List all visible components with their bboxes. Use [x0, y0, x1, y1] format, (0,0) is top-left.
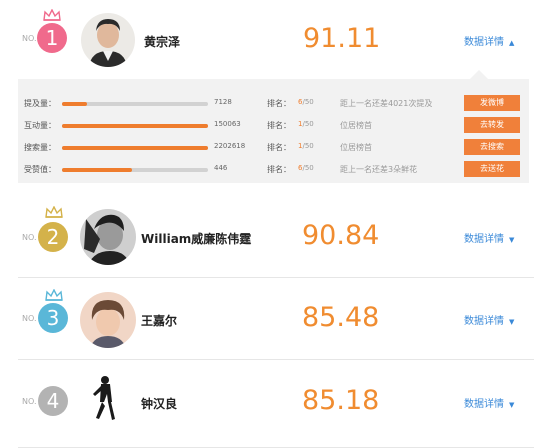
detail-toggle-label: 数据详情: [464, 399, 504, 410]
artist-name[interactable]: 黄宗泽: [144, 33, 180, 50]
progress-track: [62, 124, 208, 128]
repost-button[interactable]: 去转发: [464, 117, 520, 133]
score-value: 85.18: [302, 385, 380, 416]
rank-label: 排名：: [267, 165, 291, 174]
progress-track: [62, 168, 208, 172]
progress-track: [62, 102, 208, 106]
chevron-up-icon: ▲: [509, 39, 515, 47]
rank-badge: 4: [38, 386, 68, 416]
detail-toggle[interactable]: 数据详情 ▼: [464, 230, 514, 245]
post-weibo-button[interactable]: 发微博: [464, 95, 520, 111]
rank-total: /50: [302, 164, 314, 172]
score-value: 85.48: [302, 302, 380, 333]
detail-toggle[interactable]: 数据详情 ▼: [464, 395, 514, 410]
rank-prefix: NO.: [22, 34, 37, 43]
ranking-row-2: NO. 2 William威廉陈伟霆 90.84 数据详情 ▼: [0, 195, 534, 278]
stat-value: 446: [214, 164, 228, 172]
stat-note: 位居榜首: [340, 143, 372, 152]
rank-label: 排名：: [267, 143, 291, 152]
stat-row-likes: 受赞值： 446 排名： 6/50 距上一名还差3朵鲜花 去送花: [18, 159, 529, 181]
rank-prefix: NO.: [22, 314, 37, 323]
rank-badge: 2: [38, 222, 68, 252]
rank-label: 排名：: [267, 121, 291, 130]
progress-fill: [62, 146, 208, 150]
avatar: [80, 372, 136, 428]
detail-toggle-label: 数据详情: [464, 316, 504, 327]
stat-note: 距上一名还差3朵鲜花: [340, 165, 418, 174]
panel-caret: [470, 70, 488, 79]
send-flowers-button[interactable]: 去送花: [464, 161, 520, 177]
rank-value: 6/50: [298, 164, 314, 172]
progress-fill: [62, 168, 133, 172]
stat-value: 2202618: [214, 142, 246, 150]
chevron-down-icon: ▼: [509, 401, 515, 409]
avatar: [80, 209, 136, 265]
progress-track: [62, 146, 208, 150]
detail-toggle[interactable]: 数据详情 ▲: [464, 33, 514, 48]
crown-icon: [43, 9, 61, 21]
ranking-row-3: NO. 3 王嘉尔 85.48 数据详情 ▼: [0, 278, 534, 360]
rank-value: 1/50: [298, 142, 314, 150]
ranking-row-4: NO. 4 钟汉良 85.18 数据详情 ▼: [0, 360, 534, 448]
stat-value: 7128: [214, 98, 232, 106]
stat-value: 150063: [214, 120, 241, 128]
ranking-row-1: NO. 1 黄宗泽 91.11 数据详情 ▲: [0, 0, 534, 79]
stat-row-interactions: 互动量： 150063 排名： 1/50 位居榜首 去转发: [18, 115, 529, 137]
artist-name[interactable]: 王嘉尔: [141, 312, 177, 329]
rank-total: /50: [302, 98, 314, 106]
crown-icon: [45, 206, 63, 218]
detail-toggle-label: 数据详情: [464, 234, 504, 245]
stat-label: 互动量：: [24, 121, 56, 130]
rank-label: 排名：: [267, 99, 291, 108]
rank-value: 1/50: [298, 120, 314, 128]
rank-value: 6/50: [298, 98, 314, 106]
rank-total: /50: [302, 142, 314, 150]
artist-name[interactable]: 钟汉良: [141, 395, 177, 412]
stat-row-searches: 搜索量： 2202618 排名： 1/50 位居榜首 去搜索: [18, 137, 529, 159]
search-button[interactable]: 去搜索: [464, 139, 520, 155]
rank-prefix: NO.: [22, 397, 37, 406]
stat-label: 搜索量：: [24, 143, 56, 152]
rank-prefix: NO.: [22, 233, 37, 242]
stat-note: 位居榜首: [340, 121, 372, 130]
detail-toggle[interactable]: 数据详情 ▼: [464, 312, 514, 327]
rank-badge: 1: [37, 23, 67, 53]
chevron-down-icon: ▼: [509, 236, 515, 244]
crown-icon: [45, 289, 63, 301]
progress-fill: [62, 102, 87, 106]
artist-name[interactable]: William威廉陈伟霆: [141, 230, 251, 247]
avatar: [81, 13, 135, 67]
chevron-down-icon: ▼: [509, 318, 515, 326]
progress-fill: [62, 124, 208, 128]
score-value: 91.11: [303, 23, 381, 54]
stat-row-mentions: 提及量： 7128 排名： 6/50 距上一名还差4021次提及 发微博: [18, 93, 529, 115]
detail-toggle-label: 数据详情: [464, 37, 504, 48]
detail-panel: 提及量： 7128 排名： 6/50 距上一名还差4021次提及 发微博 互动量…: [18, 70, 529, 183]
rank-total: /50: [302, 120, 314, 128]
rank-badge: 3: [38, 303, 68, 333]
stat-note: 距上一名还差4021次提及: [340, 99, 433, 108]
stat-label: 提及量：: [24, 99, 56, 108]
score-value: 90.84: [302, 220, 380, 251]
stat-label: 受赞值：: [24, 165, 56, 174]
avatar: [80, 292, 136, 348]
